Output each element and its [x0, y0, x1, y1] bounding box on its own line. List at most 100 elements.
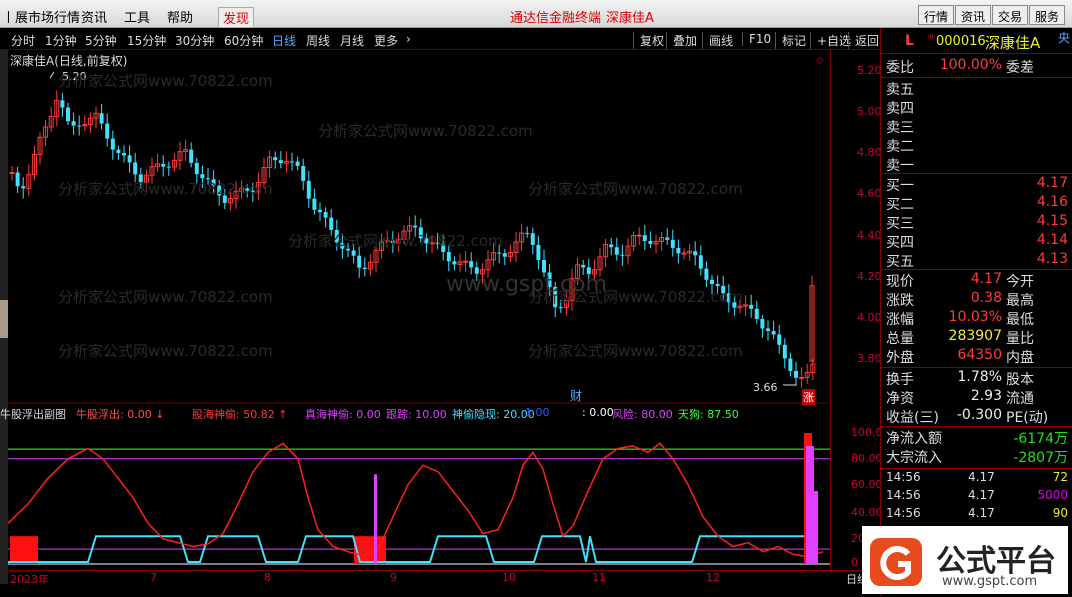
tool-back[interactable]: 返回: [848, 32, 879, 49]
menu-news[interactable]: 资讯: [81, 7, 107, 26]
chevron-right-icon[interactable]: ›: [406, 32, 411, 46]
price-tick: 4.20: [857, 270, 882, 283]
tick-time: 14:56: [886, 470, 921, 484]
candle-body: [312, 198, 317, 210]
guhai-line: [7, 442, 824, 558]
period-tab-more[interactable]: 更多: [374, 32, 398, 49]
candle-body: [693, 251, 698, 256]
diamond-icon: ◇: [816, 55, 824, 66]
candle-body: [60, 100, 65, 108]
ind-tick: 40.00: [851, 506, 883, 519]
tick-time: 14:56: [886, 488, 921, 502]
candle-body: [295, 161, 300, 166]
tool-add-favorite[interactable]: +自选: [810, 32, 851, 49]
ask-row: 卖三: [886, 117, 1068, 136]
quote-label: 买二: [886, 197, 914, 213]
quote-value: 4.15: [1036, 213, 1068, 229]
quote-label: 卖三: [886, 120, 914, 136]
tool-mark[interactable]: 标记: [775, 32, 806, 49]
quote-value: 4.17: [1036, 175, 1068, 191]
indicator-item: : 0.00: [582, 406, 614, 419]
period-tab-1min[interactable]: 1分钟: [45, 32, 77, 49]
candle-body: [502, 253, 507, 257]
menu-market[interactable]: ⼁展市场行情: [2, 7, 80, 26]
period-tab-60min[interactable]: 60分钟: [224, 32, 263, 49]
tool-f10[interactable]: F10: [742, 32, 771, 46]
stat-row: 换手 1.78% 股本: [886, 369, 1068, 388]
candle-body: [273, 157, 278, 161]
indicator-chart: [7, 433, 830, 565]
period-tab-15min[interactable]: 15分钟: [127, 32, 166, 49]
quote-label: 大宗流入: [886, 450, 942, 466]
stat-row: 净资 2.93 流通: [886, 388, 1068, 407]
news-button[interactable]: 资讯: [955, 5, 992, 25]
ask-row: 卖一: [886, 155, 1068, 174]
quote-label: 买一: [886, 178, 914, 194]
quote-label: 现价: [886, 274, 914, 290]
bid-row: 买四 4.14: [886, 232, 1068, 251]
tick-time: 14:56: [886, 506, 921, 520]
period-tab-daily[interactable]: 日线: [272, 32, 296, 49]
tick-price: 4.17: [968, 488, 995, 502]
candle-body: [133, 162, 138, 175]
indicator-item: 牛股浮出: 0.00 ↓: [76, 408, 165, 421]
period-tab-weekly[interactable]: 周线: [306, 32, 330, 49]
quote-value: 283907: [948, 328, 1002, 344]
candle-body: [620, 254, 625, 256]
service-button[interactable]: 服务: [1029, 5, 1066, 25]
menu-discover[interactable]: 发现: [218, 7, 255, 28]
quote-value: 0.38: [970, 290, 1002, 306]
tick-row: 14:56 4.17 5000: [886, 488, 1068, 507]
candle-body: [542, 259, 546, 273]
candle-body: [530, 233, 535, 245]
gspt-watermark: www.gspt.com: [446, 272, 607, 297]
candle-body: [636, 234, 642, 237]
candle-body: [189, 149, 194, 163]
tick-price: 4.17: [968, 470, 995, 484]
quote-label: 买四: [886, 235, 914, 251]
quote-label: 外盘: [886, 350, 914, 366]
quote-header: L ® 000016 深康佳A 央: [881, 28, 1072, 54]
candle-body: [704, 268, 709, 280]
divider: [881, 173, 1072, 174]
trade-button[interactable]: 交易: [992, 5, 1029, 25]
period-tab-fenshi[interactable]: 分时: [11, 32, 35, 49]
candle-body: [357, 255, 362, 268]
menu-tools[interactable]: 工具: [124, 7, 150, 26]
time-tick: 2023年: [10, 573, 49, 586]
menu-help[interactable]: 帮助: [167, 7, 193, 26]
price-tick: 3.80: [857, 352, 882, 365]
period-tab-30min[interactable]: 30分钟: [175, 32, 214, 49]
period-tab-5min[interactable]: 5分钟: [85, 32, 117, 49]
quote-label: 最低: [1006, 312, 1034, 328]
quote-button[interactable]: 行情: [918, 5, 955, 25]
registered-icon: ®: [927, 33, 936, 43]
divider: [881, 367, 1072, 368]
collapse-handle[interactable]: [0, 300, 8, 338]
quote-value: 4.16: [1036, 194, 1068, 210]
candle-body: [161, 163, 166, 167]
candle-body: [754, 308, 759, 319]
candle-body: [698, 255, 703, 269]
tool-overlay[interactable]: 叠加: [666, 32, 697, 49]
quote-label: 收益(三): [886, 410, 939, 426]
ind-tick: 60.00: [851, 478, 883, 491]
finance-badge[interactable]: 财: [570, 387, 582, 404]
indicator-item: 神偷隐现: 20.00: [452, 408, 535, 421]
quote-value: -6174万: [1013, 431, 1068, 447]
tool-fuquan[interactable]: 复权: [633, 32, 664, 49]
quote-label: PE(动): [1006, 410, 1049, 426]
quote-value: 64350: [957, 347, 1002, 363]
quote-label: 换手: [886, 372, 914, 388]
candle-body: [99, 113, 104, 124]
quote-label: 最高: [1006, 293, 1034, 309]
tool-draw[interactable]: 画线: [702, 32, 733, 49]
quote-label: 涨跌: [886, 293, 914, 309]
quote-value: -2807万: [1013, 450, 1068, 466]
menu-bar: ⼁展市场行情 资讯 工具 帮助 发现 通达信金融终端 深康佳A 行情 资讯 交易…: [0, 0, 1072, 28]
period-tab-monthly[interactable]: 月线: [340, 32, 364, 49]
kline-panel[interactable]: ◇ 深康佳A(日线,前复权) 5.20 3.66 财 涨 分析家公式网www.7…: [8, 50, 830, 405]
indicator-item: 风险: 80.00: [612, 408, 673, 421]
indicator-panel[interactable]: 牛股浮出副图 牛股浮出: 0.00 ↓ 股海神偷: 50.82 ↑ 真海神偷: 0.…: [0, 406, 830, 570]
price-tick: 5.00: [857, 105, 882, 118]
